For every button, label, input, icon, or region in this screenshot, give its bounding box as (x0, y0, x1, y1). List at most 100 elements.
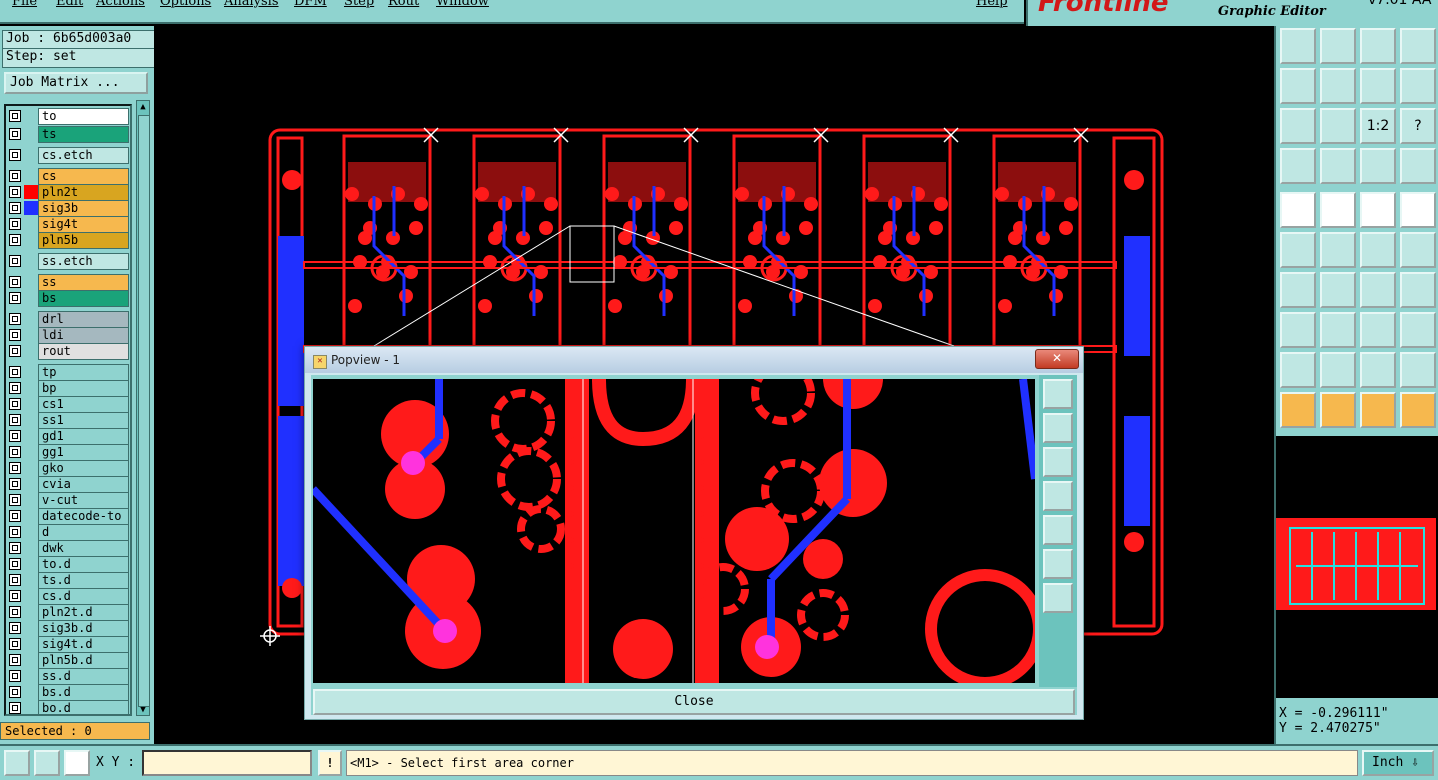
layer-checkbox[interactable] (9, 170, 21, 182)
move-icon[interactable] (1360, 232, 1396, 268)
menu-dfm[interactable]: DFM (294, 0, 327, 9)
layer-row[interactable]: v-cut (6, 492, 130, 509)
ruler-icon[interactable] (1360, 192, 1396, 228)
job-matrix-button[interactable]: Job Matrix ... (4, 72, 148, 94)
layer-checkbox[interactable] (9, 149, 21, 161)
layer-row[interactable]: sig4t.d (6, 636, 130, 653)
popview-titlebar[interactable]: ✕ Popview - 1 ✕ (305, 347, 1083, 373)
layer-row[interactable]: pln2t (6, 184, 130, 201)
layer-row[interactable]: bs (6, 290, 130, 307)
layer-row[interactable]: gg1 (6, 444, 130, 461)
layer-row[interactable]: sig3b.d (6, 620, 130, 637)
grid-icon[interactable] (1320, 148, 1356, 184)
layer-name[interactable]: cvia (38, 476, 129, 493)
layer-name[interactable]: tp (38, 364, 129, 381)
layer-checkbox[interactable] (9, 494, 21, 506)
layer-name[interactable]: ts.d (38, 572, 129, 589)
layer-checkbox[interactable] (9, 329, 21, 341)
undo-view-icon[interactable] (1360, 68, 1396, 104)
step-up-icon[interactable] (1280, 28, 1316, 64)
layer-name[interactable]: pln5b (38, 232, 129, 249)
step-down-icon[interactable] (1320, 28, 1356, 64)
layer-row[interactable]: bs.d (6, 684, 130, 701)
layers-display-2-icon[interactable] (1400, 148, 1436, 184)
layer-checkbox[interactable] (9, 446, 21, 458)
layer-checkbox[interactable] (9, 345, 21, 357)
layer-row[interactable]: tp (6, 364, 130, 381)
settings-icon[interactable] (1280, 148, 1316, 184)
layer-row[interactable]: pln2t.d (6, 604, 130, 621)
popview-zoom-icon[interactable] (1043, 379, 1073, 409)
layer-row[interactable]: pln5b.d (6, 652, 130, 669)
layer-checkbox[interactable] (9, 234, 21, 246)
layer-row[interactable]: to.d (6, 556, 130, 573)
menu-edit[interactable]: Edit (56, 0, 83, 9)
close-icon[interactable]: ✕ (1035, 349, 1079, 369)
circle-icon[interactable] (1400, 192, 1436, 228)
layer-checkbox[interactable] (9, 382, 21, 394)
layer-row[interactable]: to (6, 108, 130, 125)
layer-checkbox[interactable] (9, 218, 21, 230)
zoom-fit-icon[interactable] (1280, 108, 1316, 144)
layer-row[interactable]: ss.etch (6, 253, 130, 270)
layer-checkbox[interactable] (9, 702, 21, 714)
layer-name[interactable]: ss.etch (38, 253, 129, 270)
popview-pan-right-icon[interactable] (1043, 515, 1073, 545)
popview-canvas[interactable] (313, 379, 1035, 683)
layer-row[interactable]: cs (6, 168, 130, 185)
layer-name[interactable]: cs (38, 168, 129, 185)
grid-snap-icon[interactable] (64, 750, 90, 776)
layer-name[interactable]: gko (38, 460, 129, 477)
layer-row[interactable]: sig4t (6, 216, 130, 233)
layer-row[interactable]: rout (6, 343, 130, 360)
layer-name[interactable]: ts (38, 126, 129, 143)
layer-name[interactable]: gd1 (38, 428, 129, 445)
cut-icon[interactable] (1320, 312, 1356, 348)
layer-scrollbar[interactable]: ▲ ▼ (136, 100, 150, 716)
arch-icon[interactable] (1360, 352, 1396, 388)
select-box-icon[interactable] (1360, 312, 1396, 348)
layer-name[interactable]: sig4t.d (38, 636, 129, 653)
pointer-icon[interactable] (1280, 392, 1316, 428)
connect-icon[interactable] (1280, 232, 1316, 268)
layer-name[interactable]: cs.d (38, 588, 129, 605)
help-icon[interactable]: ? (1400, 108, 1436, 144)
layer-name[interactable]: drl (38, 311, 129, 328)
scroll-thumb[interactable] (138, 115, 150, 707)
layer-name[interactable]: gg1 (38, 444, 129, 461)
resize-icon[interactable] (1280, 312, 1316, 348)
layer-name[interactable]: datecode-to (38, 508, 129, 525)
layer-row[interactable]: pln5b (6, 232, 130, 249)
layer-row[interactable]: cs.etch (6, 147, 130, 164)
layer-row[interactable]: ldi (6, 327, 130, 344)
popview-pan-up-icon[interactable] (1043, 413, 1073, 443)
xy-input[interactable] (142, 750, 312, 776)
layer-checkbox[interactable] (9, 510, 21, 522)
layer-name[interactable]: rout (38, 343, 129, 360)
layer-name[interactable]: sig3b.d (38, 620, 129, 637)
layer-checkbox[interactable] (9, 478, 21, 490)
layer-name[interactable]: cs.etch (38, 147, 129, 164)
layer-name[interactable]: dwk (38, 540, 129, 557)
popview-zoom-out-icon[interactable] (1043, 583, 1073, 613)
layer-checkbox[interactable] (9, 526, 21, 538)
copy-icon[interactable] (1400, 312, 1436, 348)
exclamation-button[interactable]: ! (318, 750, 342, 776)
layer-row[interactable]: gd1 (6, 428, 130, 445)
layers-display-icon[interactable] (1360, 148, 1396, 184)
snap-icon[interactable] (4, 750, 30, 776)
pointer-shape-icon[interactable] (1360, 392, 1396, 428)
layer-checkbox[interactable] (9, 313, 21, 325)
home-icon[interactable] (1360, 28, 1396, 64)
measure-icon[interactable] (34, 750, 60, 776)
pan-right-icon[interactable] (1320, 68, 1356, 104)
menu-step[interactable]: Step (344, 0, 374, 9)
pointer-net-icon[interactable] (1400, 392, 1436, 428)
menu-help[interactable]: Help (976, 0, 1008, 9)
line-icon[interactable] (1320, 192, 1356, 228)
layer-row[interactable]: ss1 (6, 412, 130, 429)
layer-name[interactable]: ldi (38, 327, 129, 344)
overview-map[interactable] (1276, 436, 1438, 698)
layer-checkbox[interactable] (9, 670, 21, 682)
layer-row[interactable]: gko (6, 460, 130, 477)
